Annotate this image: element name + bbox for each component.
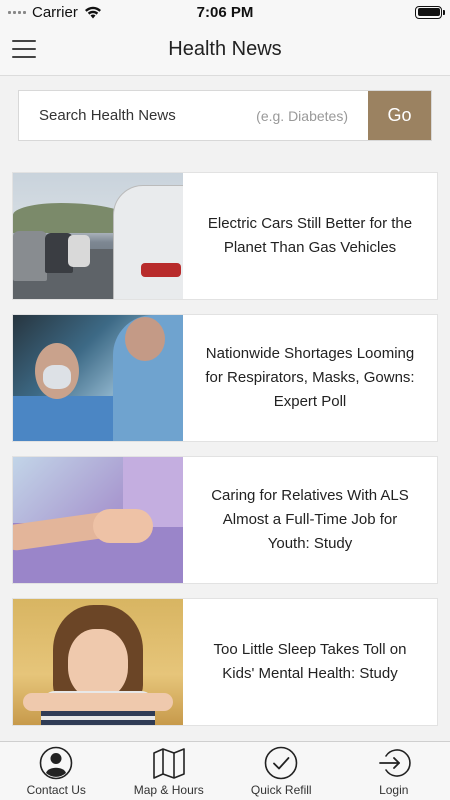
- search-bar: Search Health News (e.g. Diabetes) Go: [18, 90, 432, 141]
- checkmark-icon: [264, 746, 298, 780]
- article-card[interactable]: Electric Cars Still Better for the Plane…: [12, 172, 438, 300]
- article-card[interactable]: Nationwide Shortages Looming for Respira…: [12, 314, 438, 442]
- tired-girl-photo: [13, 599, 183, 725]
- battery-icon: [415, 5, 445, 19]
- tab-label: Login: [379, 783, 409, 797]
- carrier-label: Carrier: [32, 3, 78, 21]
- tab-label: Map & Hours: [133, 783, 204, 797]
- search-input[interactable]: Search Health News (e.g. Diabetes): [19, 91, 368, 140]
- map-icon: [152, 748, 185, 779]
- status-bar: Carrier 7:06 PM: [0, 0, 450, 24]
- wifi-icon: [84, 6, 101, 18]
- nav-bar: Health News: [0, 24, 450, 76]
- go-button[interactable]: Go: [368, 91, 431, 140]
- article-list: Electric Cars Still Better for the Plane…: [12, 172, 438, 740]
- person-icon: [39, 746, 73, 780]
- article-title: Caring for Relatives With ALS Almost a F…: [211, 487, 409, 552]
- search-hint: (e.g. Diabetes): [256, 107, 348, 124]
- signal-icon: [8, 10, 26, 14]
- carrier-group: Carrier: [8, 4, 102, 21]
- tab-bar: Contact Us Map & Hours Quick Refill Logi…: [0, 741, 450, 800]
- tab-contact-us[interactable]: Contact Us: [0, 742, 113, 800]
- article-title: Electric Cars Still Better for the Plane…: [207, 215, 413, 256]
- holding-hands-photo: [13, 457, 183, 583]
- article-title: Nationwide Shortages Looming for Respira…: [205, 345, 415, 410]
- article-title: Too Little Sleep Takes Toll on Kids' Men…: [213, 641, 407, 682]
- article-card[interactable]: Caring for Relatives With ALS Almost a F…: [12, 456, 438, 584]
- traffic-cars-photo: [13, 173, 183, 299]
- tab-quick-refill[interactable]: Quick Refill: [225, 742, 338, 800]
- search-label: Search Health News: [39, 107, 176, 124]
- hamburger-menu-icon[interactable]: [12, 39, 36, 59]
- tab-login[interactable]: Login: [338, 742, 450, 800]
- tab-label: Quick Refill: [250, 783, 312, 797]
- tab-map-hours[interactable]: Map & Hours: [113, 742, 226, 800]
- page-title: Health News: [168, 38, 282, 60]
- login-icon: [378, 749, 411, 777]
- tab-label: Contact Us: [26, 783, 86, 797]
- patient-respirator-photo: [13, 315, 183, 441]
- article-card[interactable]: Too Little Sleep Takes Toll on Kids' Men…: [12, 598, 438, 726]
